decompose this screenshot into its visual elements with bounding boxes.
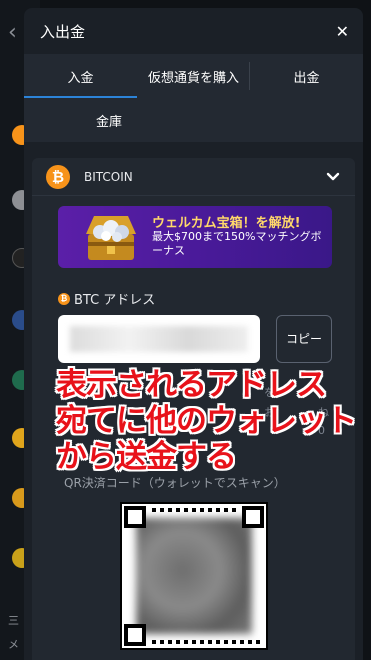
close-icon[interactable]: ✕: [336, 22, 349, 41]
tab-deposit[interactable]: 入金: [24, 54, 137, 98]
tab-withdraw[interactable]: 出金: [250, 54, 363, 98]
currency-name: BITCOIN: [84, 169, 133, 184]
currency-selector[interactable]: ₿ BITCOIN: [32, 158, 355, 196]
tab-bar: 入金 仮想通貨を購入 出金 金庫: [24, 54, 363, 142]
blurred-address: [70, 326, 248, 352]
qr-caption: QR決済コード（ウォレットでスキャン）: [64, 476, 286, 490]
back-arrow-icon[interactable]: ‹: [8, 20, 17, 45]
modal-title: 入出金: [40, 22, 86, 41]
red-annotation-overlay: 表示されるアドレス 宛てに他のウォレット から送金する: [56, 367, 357, 475]
welcome-bonus-banner[interactable]: ウェルカム宝箱！を解放! 最大$700まで150%マッチングボーナス: [58, 206, 332, 268]
tab-buy-crypto[interactable]: 仮想通貨を購入: [137, 54, 250, 98]
qr-finder: [242, 506, 264, 528]
qr-pattern: [152, 640, 262, 644]
banner-subtitle: 最大$700まで150%マッチングボーナス: [152, 230, 322, 257]
address-label-text: BTC アドレス: [74, 293, 156, 308]
banner-title: ウェルカム宝箱！を解放!: [152, 216, 301, 231]
treasure-chest-icon: [86, 216, 136, 260]
address-label: ₿ BTC アドレス: [58, 289, 155, 308]
qr-finder: [124, 506, 146, 528]
bitcoin-icon: ₿: [58, 292, 70, 305]
annotation-line: 宛てに他のウォレット: [56, 403, 357, 439]
copy-button[interactable]: コピー: [276, 315, 332, 363]
blurred-qr: [136, 518, 252, 634]
chevron-down-icon[interactable]: [325, 169, 341, 185]
bg-footer-text: 三: [8, 614, 19, 627]
qr-finder: [124, 624, 146, 646]
qr-pattern: [152, 508, 236, 512]
bitcoin-icon: ₿: [46, 164, 70, 189]
btc-address-field[interactable]: [58, 315, 260, 363]
modal-header: 入出金 ✕: [24, 8, 363, 54]
annotation-line: から送金する: [56, 439, 237, 475]
bg-footer-text: メ: [8, 638, 19, 651]
annotation-line: 表示されるアドレス: [56, 367, 327, 403]
tab-vault[interactable]: 金庫: [24, 98, 194, 142]
deposit-withdraw-modal: 入出金 ✕ 入金 仮想通貨を購入 出金 金庫 ₿ BITCOIN ウェルカム宝箱…: [24, 8, 363, 660]
qr-code[interactable]: [120, 502, 268, 650]
